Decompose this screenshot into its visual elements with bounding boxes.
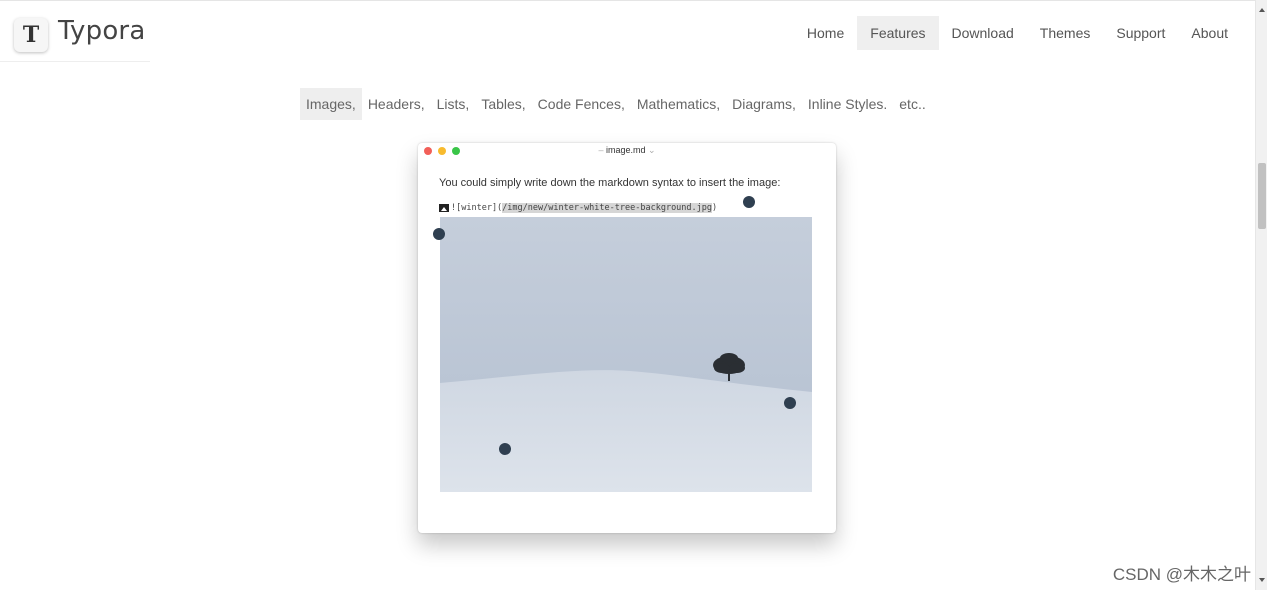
feature-inline-styles[interactable]: Inline Styles. bbox=[802, 88, 893, 120]
brand-name[interactable]: Typora bbox=[58, 16, 145, 46]
feature-lists[interactable]: Lists, bbox=[431, 88, 476, 120]
scroll-down-arrow-icon[interactable] bbox=[1259, 578, 1265, 582]
code-suffix: ) bbox=[712, 203, 718, 213]
code-prefix: ![winter]( bbox=[451, 203, 503, 213]
handle-dot-icon[interactable] bbox=[499, 443, 511, 455]
feature-tabs: Images, Headers, Lists, Tables, Code Fen… bbox=[300, 88, 932, 120]
code-path-selected: /img/new/winter-white-tree-background.jp… bbox=[502, 203, 713, 213]
demo-window: – image.md ⌄ You could simply write down… bbox=[418, 143, 836, 533]
page-scrollbar[interactable] bbox=[1255, 0, 1267, 590]
typora-logo-icon[interactable]: T bbox=[14, 18, 48, 52]
feature-tables[interactable]: Tables, bbox=[475, 88, 531, 120]
scroll-up-arrow-icon[interactable] bbox=[1259, 8, 1265, 12]
feature-headers[interactable]: Headers, bbox=[362, 88, 431, 120]
feature-code-fences[interactable]: Code Fences, bbox=[532, 88, 631, 120]
feature-etc[interactable]: etc.. bbox=[893, 88, 931, 120]
winter-tree-image bbox=[440, 217, 812, 492]
nav-home[interactable]: Home bbox=[794, 16, 857, 50]
handle-dot-icon[interactable] bbox=[743, 196, 755, 208]
nav-features[interactable]: Features bbox=[857, 16, 939, 50]
window-filename: – image.md ⌄ bbox=[418, 145, 836, 156]
feature-diagrams[interactable]: Diagrams, bbox=[726, 88, 802, 120]
csdn-watermark: CSDN @木木之叶 bbox=[1112, 565, 1251, 584]
nav-support[interactable]: Support bbox=[1103, 16, 1178, 50]
feature-images[interactable]: Images, bbox=[300, 88, 362, 120]
window-titlebar: – image.md ⌄ bbox=[418, 143, 836, 159]
nav-about[interactable]: About bbox=[1178, 16, 1241, 50]
nav-themes[interactable]: Themes bbox=[1027, 16, 1104, 50]
top-border bbox=[0, 0, 1255, 4]
markdown-code-line[interactable]: ![winter]( /img/new/winter-white-tree-ba… bbox=[439, 203, 717, 213]
intro-text: You could simply write down the markdown… bbox=[439, 177, 781, 189]
dropdown-chevron-icon: ⌄ bbox=[648, 145, 656, 155]
nav-download[interactable]: Download bbox=[939, 16, 1027, 50]
feature-mathematics[interactable]: Mathematics, bbox=[631, 88, 726, 120]
edited-dash-icon: – bbox=[598, 145, 604, 155]
main-nav: Home Features Download Themes Support Ab… bbox=[794, 16, 1241, 50]
handle-dot-icon[interactable] bbox=[433, 228, 445, 240]
filename-text: image.md bbox=[605, 145, 646, 155]
header-divider bbox=[0, 61, 150, 62]
scrollbar-thumb[interactable] bbox=[1258, 163, 1266, 229]
image-icon bbox=[439, 204, 449, 212]
handle-dot-icon[interactable] bbox=[784, 397, 796, 409]
